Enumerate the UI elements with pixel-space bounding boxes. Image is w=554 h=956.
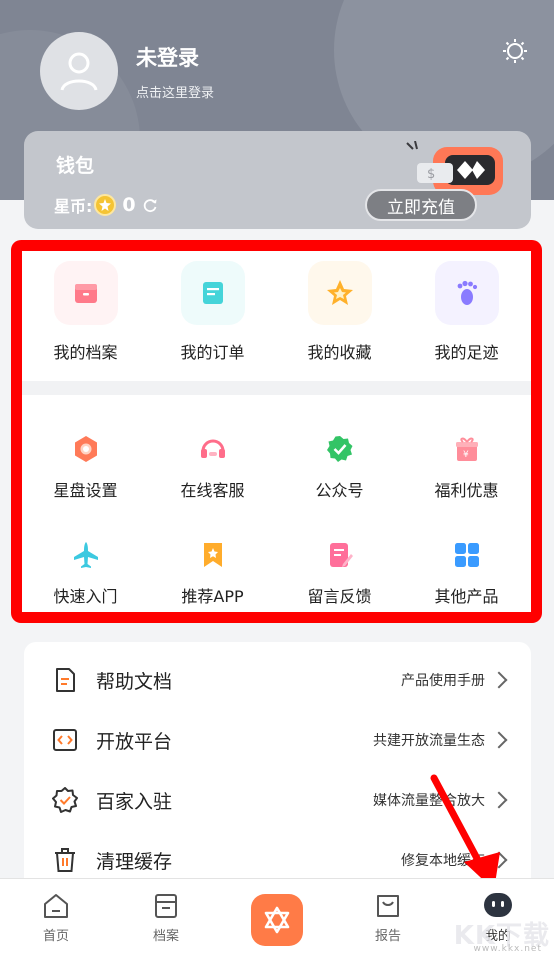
grid-label: 我的订单 — [180, 343, 245, 362]
feedback-icon — [318, 533, 362, 577]
center-action-button[interactable] — [251, 894, 303, 946]
apps-icon — [445, 533, 489, 577]
badge-icon — [52, 787, 78, 813]
menu-note: 共建开放流量生态 — [373, 733, 485, 749]
order-icon — [180, 261, 245, 325]
bottom-tab-bar: 首页 档案 报告 我的 KK下载 www.kkx.net — [0, 878, 554, 956]
login-hint[interactable]: 点击这里登录 — [136, 82, 214, 101]
menu-item-join[interactable]: 百家入驻 媒体流量整合放大 — [24, 770, 531, 830]
grid-row-bottom: 快速入门 推荐APP 留言反馈 其他产品 — [22, 533, 531, 607]
menu-note: 媒体流量整合放大 — [373, 793, 485, 809]
svg-text:$: $ — [427, 167, 435, 182]
grid-label: 推荐APP — [181, 587, 244, 606]
grid-label: 福利优惠 — [434, 481, 499, 500]
grid-label: 我的收藏 — [307, 343, 372, 362]
grid-item-official-account[interactable]: 公众号 — [276, 427, 403, 501]
grid-item-benefits[interactable]: ¥ 福利优惠 — [403, 427, 530, 501]
grid-divider — [22, 381, 531, 395]
coin-count: 0 — [122, 194, 136, 216]
menu-list: 帮助文档 产品使用手册 开放平台 共建开放流量生态 百家入驻 媒体流量整合放大 … — [24, 642, 531, 902]
grid-label: 公众号 — [315, 481, 364, 500]
astrolabe-icon — [64, 427, 108, 471]
coin-icon — [94, 194, 117, 216]
grid-label: 在线客服 — [180, 481, 245, 500]
menu-label: 清理缓存 — [96, 850, 173, 873]
grid-item-archive[interactable]: 我的档案 — [22, 261, 149, 363]
coin-balance: 星币: 0 — [54, 193, 158, 217]
tab-archive[interactable]: 档案 — [126, 879, 206, 956]
grid-item-support[interactable]: 在线客服 — [149, 427, 276, 501]
grid-item-orders[interactable]: 我的订单 — [149, 261, 276, 363]
plane-icon — [64, 533, 108, 577]
wallet-title: 钱包 — [56, 155, 95, 177]
chevron-right-icon — [490, 671, 508, 689]
watermark-url: www.kkx.net — [473, 944, 542, 954]
settings-icon[interactable] — [502, 38, 528, 64]
wallet-card[interactable]: 钱包 星币: 0 $ 立即充值 — [24, 131, 531, 229]
tab-home[interactable]: 首页 — [16, 879, 96, 956]
tab-label: 首页 — [42, 929, 69, 944]
user-icon — [60, 52, 98, 91]
grid-label: 留言反馈 — [307, 587, 372, 606]
menu-label: 开放平台 — [96, 730, 173, 753]
recharge-button[interactable]: 立即充值 — [365, 189, 477, 221]
code-icon — [53, 729, 77, 751]
verified-icon — [318, 427, 362, 471]
grid-item-other-products[interactable]: 其他产品 — [403, 533, 530, 607]
grid-label: 我的足迹 — [434, 343, 499, 362]
grid-label: 快速入门 — [53, 587, 118, 606]
grid-label: 星盘设置 — [53, 481, 118, 500]
avatar[interactable] — [40, 32, 118, 110]
grid-item-feedback[interactable]: 留言反馈 — [276, 533, 403, 607]
grid-row-middle: 星盘设置 在线客服 公众号 ¥ 福利优惠 — [22, 427, 531, 501]
chevron-right-icon — [490, 731, 508, 749]
grid-item-quickstart[interactable]: 快速入门 — [22, 533, 149, 607]
grid-item-astrolabe[interactable]: 星盘设置 — [22, 427, 149, 501]
chevron-right-icon — [490, 851, 508, 869]
folder-icon — [155, 894, 177, 918]
menu-note: 修复本地缓存 — [401, 853, 485, 869]
headset-icon — [191, 427, 235, 471]
refresh-icon[interactable] — [142, 197, 158, 213]
grid-item-recommend-app[interactable]: 推荐APP — [149, 533, 276, 607]
menu-label: 帮助文档 — [96, 670, 173, 693]
coin-label: 星币: — [54, 197, 93, 216]
star-icon — [307, 261, 372, 325]
menu-note: 产品使用手册 — [401, 673, 485, 689]
trash-icon — [55, 848, 75, 872]
grid-label: 我的档案 — [53, 343, 118, 362]
footprint-icon — [434, 261, 499, 325]
username[interactable]: 未登录 — [136, 42, 199, 72]
star-of-david-icon — [264, 906, 290, 934]
svg-text:¥: ¥ — [463, 450, 469, 460]
menu-item-help-docs[interactable]: 帮助文档 产品使用手册 — [24, 650, 531, 710]
tab-report[interactable]: 报告 — [348, 879, 428, 956]
grid-row-top: 我的档案 我的订单 我的收藏 我的足迹 — [22, 261, 531, 363]
report-icon — [377, 895, 399, 917]
grid-item-favorites[interactable]: 我的收藏 — [276, 261, 403, 363]
grid-item-footprints[interactable]: 我的足迹 — [403, 261, 530, 363]
menu-label: 百家入驻 — [96, 790, 173, 813]
grid-label: 其他产品 — [434, 587, 499, 606]
watermark: KK下载 www.kkx.net — [454, 915, 550, 954]
feature-grid-panel: 我的档案 我的订单 我的收藏 我的足迹 星盘设置 在线客服 公众号 ¥ 福利优惠… — [11, 240, 542, 623]
chevron-right-icon — [490, 791, 508, 809]
menu-item-open-platform[interactable]: 开放平台 共建开放流量生态 — [24, 710, 531, 770]
tab-label: 报告 — [374, 929, 401, 944]
document-icon — [56, 668, 75, 692]
archive-icon — [53, 261, 118, 325]
bookmark-icon — [191, 533, 235, 577]
home-icon — [44, 894, 68, 918]
tab-label: 档案 — [152, 929, 179, 944]
gift-icon: ¥ — [445, 427, 489, 471]
